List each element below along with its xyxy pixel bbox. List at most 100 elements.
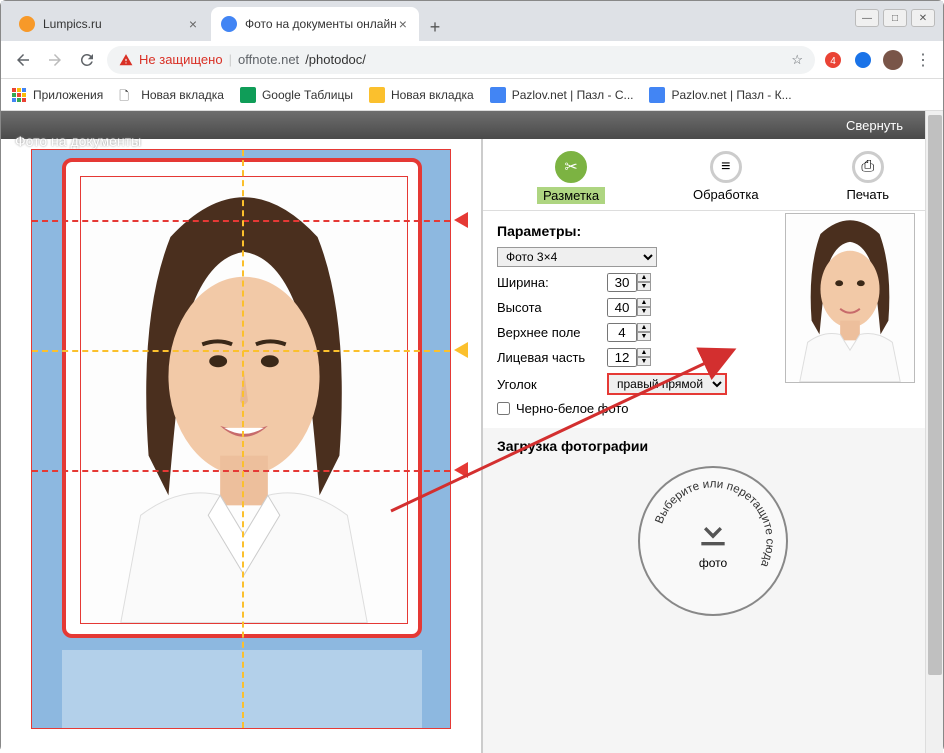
reload-button[interactable]	[75, 48, 99, 72]
spin-down[interactable]: ▼	[637, 357, 651, 366]
bookmark-item[interactable]: 🗋 Новая вкладка	[119, 87, 224, 103]
page-content: Свернуть Фото на документы	[1, 111, 943, 753]
tab-close-icon[interactable]: ×	[397, 14, 409, 34]
tab-lumpics[interactable]: Lumpics.ru ×	[9, 7, 209, 41]
width-label: Ширина:	[497, 275, 607, 290]
step-markup[interactable]: ✂ Разметка	[537, 151, 605, 204]
bookmark-label: Google Таблицы	[262, 88, 353, 102]
spin-down[interactable]: ▼	[637, 332, 651, 341]
guide-center[interactable]	[242, 150, 244, 728]
circular-text: Выберите или перетащите сюда	[640, 468, 786, 614]
forward-button[interactable]	[43, 48, 67, 72]
close-button[interactable]: ✕	[911, 9, 935, 27]
sheets-icon	[240, 87, 256, 103]
bookmark-item[interactable]: Pazlov.net | Пазл - С...	[490, 87, 634, 103]
tab-favicon	[221, 16, 237, 32]
spin-up[interactable]: ▲	[637, 273, 651, 282]
svg-text:Выберите или перетащите сюда: Выберите или перетащите сюда	[653, 477, 777, 569]
window-controls: — □ ✕	[855, 9, 935, 27]
guide-marker-icon[interactable]	[454, 462, 468, 478]
page-icon	[369, 87, 385, 103]
corner-select[interactable]: правый прямой	[607, 373, 727, 395]
tab-photodoc[interactable]: Фото на документы онлайн ×	[211, 7, 419, 41]
bookmark-label: Pazlov.net | Пазл - К...	[671, 88, 791, 102]
url-path: /photodoc/	[305, 52, 366, 67]
photo-editor-panel: Фото на документы	[1, 139, 481, 753]
guide-eyes[interactable]	[32, 350, 450, 352]
collapse-link[interactable]: Свернуть	[846, 118, 903, 133]
step-label: Разметка	[537, 187, 605, 204]
height-label: Высота	[497, 300, 607, 315]
bookmark-label: Pazlov.net | Пазл - С...	[512, 88, 634, 102]
insecure-label: Не защищено	[139, 52, 223, 67]
scrollbar-thumb[interactable]	[928, 115, 942, 675]
tab-title: Lumpics.ru	[43, 17, 102, 31]
guide-chin[interactable]	[32, 470, 450, 472]
bookmark-label: Новая вкладка	[141, 88, 224, 102]
tab-favicon	[19, 16, 35, 32]
bookmark-apps[interactable]: Приложения	[11, 87, 103, 103]
photo-image	[81, 177, 407, 623]
photo-canvas	[80, 176, 408, 624]
printer-icon: ⎙	[852, 151, 884, 183]
step-label: Обработка	[693, 187, 759, 202]
minimize-button[interactable]: —	[855, 9, 879, 27]
page-title: Фото на документы	[15, 133, 141, 149]
app-topbar: Свернуть	[1, 111, 943, 139]
page-icon: 🗋	[119, 87, 135, 103]
bookmarks-bar: Приложения 🗋 Новая вкладка Google Таблицы…	[1, 79, 943, 111]
step-processing[interactable]: ≡ Обработка	[693, 151, 759, 204]
menu-icon[interactable]: ⋮	[913, 50, 933, 70]
browser-titlebar: Lumpics.ru × Фото на документы онлайн × …	[1, 1, 943, 41]
warning-icon	[119, 53, 133, 67]
url-input[interactable]: Не защищено | offnote.net/photodoc/ ☆	[107, 46, 815, 74]
bookmark-item[interactable]: Новая вкладка	[369, 87, 474, 103]
extension-icon[interactable]: 4	[823, 50, 843, 70]
guide-top[interactable]	[32, 220, 450, 222]
tab-title: Фото на документы онлайн	[245, 17, 397, 31]
photo-frame[interactable]	[31, 149, 451, 729]
width-input[interactable]	[607, 273, 637, 292]
step-print[interactable]: ⎙ Печать	[846, 151, 889, 204]
profile-avatar[interactable]	[883, 50, 903, 70]
spin-down[interactable]: ▼	[637, 307, 651, 316]
face-part-label: Лицевая часть	[497, 350, 607, 365]
spin-up[interactable]: ▲	[637, 323, 651, 332]
upload-section: Загрузка фотографии Выберите или перетащ…	[483, 428, 943, 626]
new-tab-button[interactable]: +	[421, 13, 449, 41]
spin-up[interactable]: ▲	[637, 348, 651, 357]
spin-down[interactable]: ▼	[637, 282, 651, 291]
url-host: offnote.net	[238, 52, 299, 67]
bookmark-item[interactable]: Google Таблицы	[240, 87, 353, 103]
puzzle-icon	[490, 87, 506, 103]
guide-marker-icon[interactable]	[454, 342, 468, 358]
star-icon[interactable]: ☆	[791, 52, 803, 68]
settings-panel: ✂ Разметка ≡ Обработка ⎙ Печать Параметр…	[481, 139, 943, 753]
bw-label: Черно-белое фото	[516, 401, 628, 416]
svg-text:4: 4	[830, 56, 836, 67]
top-margin-input[interactable]	[607, 323, 637, 342]
apps-icon	[11, 87, 27, 103]
maximize-button[interactable]: □	[883, 9, 907, 27]
spin-up[interactable]: ▲	[637, 298, 651, 307]
back-button[interactable]	[11, 48, 35, 72]
step-label: Печать	[846, 187, 889, 202]
preview-image	[786, 214, 914, 382]
tab-close-icon[interactable]: ×	[187, 14, 199, 34]
extension-icon[interactable]	[853, 50, 873, 70]
height-input[interactable]	[607, 298, 637, 317]
bookmark-item[interactable]: Pazlov.net | Пазл - К...	[649, 87, 791, 103]
sliders-icon: ≡	[710, 151, 742, 183]
format-select[interactable]: Фото 3×4	[497, 247, 657, 267]
bw-checkbox[interactable]	[497, 402, 510, 415]
corner-label: Уголок	[497, 377, 607, 392]
upload-dropzone[interactable]: Выберите или перетащите сюда фото	[638, 466, 788, 616]
page-scrollbar[interactable]	[925, 111, 943, 753]
steps-wizard: ✂ Разметка ≡ Обработка ⎙ Печать	[483, 139, 943, 211]
top-margin-label: Верхнее поле	[497, 325, 607, 340]
puzzle-icon	[649, 87, 665, 103]
guide-marker-icon[interactable]	[454, 212, 468, 228]
bookmark-label: Новая вкладка	[391, 88, 474, 102]
bookmark-label: Приложения	[33, 88, 103, 102]
face-part-input[interactable]	[607, 348, 637, 367]
